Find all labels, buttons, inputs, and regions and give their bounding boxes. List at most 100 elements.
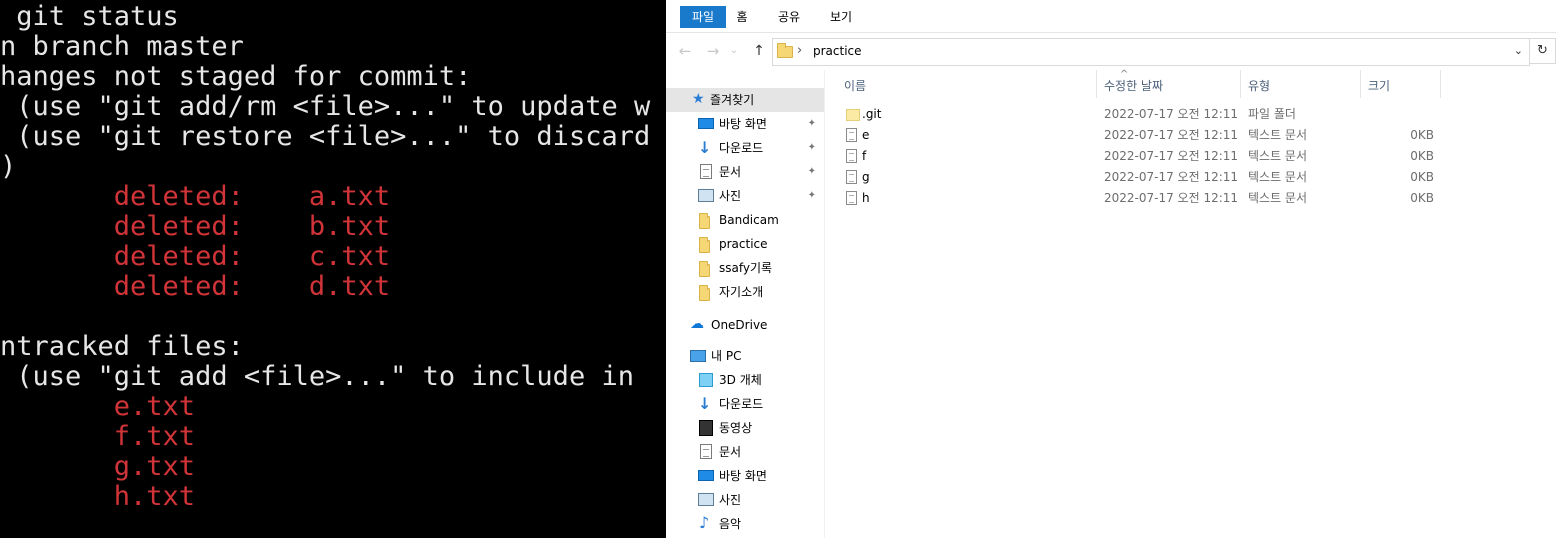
tab-share[interactable]: 공유: [772, 6, 806, 28]
nav-label: practice: [719, 237, 768, 251]
pin-icon[interactable]: ✦: [808, 112, 816, 136]
text-file-icon: [846, 191, 857, 205]
file-row-g[interactable]: g 2022-07-17 오전 12:11 텍스트 문서 0KB: [824, 167, 1556, 188]
nav-label: 내 PC: [711, 349, 742, 363]
column-divider[interactable]: [1096, 70, 1097, 98]
file-row-e[interactable]: e 2022-07-17 오전 12:11 텍스트 문서 0KB: [824, 125, 1556, 146]
column-header-size[interactable]: 크기: [1368, 78, 1390, 94]
terminal-line: (use "git add/rm <file>..." to update w: [0, 91, 651, 122]
nav-item-music[interactable]: ♪ 음악: [666, 512, 824, 536]
column-header-type[interactable]: 유형: [1248, 78, 1270, 94]
desktop-icon: [698, 118, 714, 129]
download-icon: ↓: [698, 138, 712, 157]
column-divider[interactable]: [1440, 70, 1441, 98]
nav-label: 자기소개: [719, 285, 764, 299]
nav-item-documents[interactable]: 문서 ✦: [666, 160, 824, 184]
pin-icon[interactable]: ✦: [808, 160, 816, 184]
file-row-git[interactable]: .git 2022-07-17 오전 12:11 파일 폴더: [824, 104, 1556, 125]
nav-item-videos[interactable]: 동영상: [666, 416, 824, 440]
nav-item-self-intro[interactable]: 자기소개: [666, 280, 824, 304]
nav-quick-access[interactable]: ★ 즐겨찾기: [666, 88, 824, 112]
terminal-line: ntracked files:: [0, 331, 244, 362]
column-header-modified[interactable]: 수정한 날짜: [1104, 78, 1163, 94]
file-row-h[interactable]: h 2022-07-17 오전 12:11 텍스트 문서 0KB: [824, 188, 1556, 209]
nav-item-ssafy[interactable]: ssafy기록: [666, 256, 824, 280]
terminal-line: (use "git add <file>..." to include in: [0, 361, 634, 392]
pictures-icon: [698, 189, 714, 202]
text-file-icon: [846, 170, 857, 184]
3d-objects-icon: [699, 373, 713, 387]
nav-onedrive[interactable]: ☁ OneDrive: [666, 313, 824, 337]
nav-item-pc-documents[interactable]: 문서: [666, 440, 824, 464]
ribbon: 파일 홈 공유 보기: [666, 0, 1556, 33]
terminal-line-untracked: e.txt: [0, 391, 196, 422]
text-file-icon: [846, 128, 857, 142]
navigation-pane: ★ 즐겨찾기 바탕 화면 ✦ ↓ 다운로드 ✦ 문서 ✦ 사진 ✦ Bandic…: [666, 70, 825, 538]
text-file-icon: [846, 149, 857, 163]
terminal-line-deleted: deleted: b.txt: [0, 211, 391, 242]
up-arrow-icon[interactable]: ↑: [750, 42, 768, 60]
forward-arrow-icon[interactable]: →: [704, 42, 722, 60]
column-header-name[interactable]: 이름: [844, 78, 866, 94]
nav-item-pc-downloads[interactable]: ↓ 다운로드: [666, 392, 824, 416]
file-name: e: [862, 128, 870, 142]
file-name: h: [862, 191, 870, 205]
nav-item-bandicam[interactable]: Bandicam: [666, 208, 824, 232]
terminal-window[interactable]: git status n branch master hanges not st…: [0, 0, 666, 538]
breadcrumb-separator-icon[interactable]: ›: [797, 43, 802, 58]
document-icon: [700, 444, 712, 459]
terminal-line: (use "git restore <file>..." to discard: [0, 121, 651, 152]
nav-item-downloads[interactable]: ↓ 다운로드 ✦: [666, 136, 824, 160]
nav-label: 즐겨찾기: [710, 93, 755, 107]
column-divider[interactable]: [1240, 70, 1241, 98]
folder-icon: [846, 109, 860, 121]
folder-icon: [699, 285, 710, 301]
nav-item-desktop[interactable]: 바탕 화면 ✦: [666, 112, 824, 136]
terminal-line: ): [0, 151, 17, 182]
download-icon: ↓: [698, 394, 712, 413]
chevron-down-icon[interactable]: ⌄: [1514, 44, 1523, 57]
nav-label: OneDrive: [711, 318, 768, 332]
file-size: 0KB: [1410, 149, 1434, 163]
tab-file[interactable]: 파일: [680, 6, 726, 28]
videos-icon: [699, 420, 713, 436]
nav-item-practice[interactable]: practice: [666, 232, 824, 256]
tab-view[interactable]: 보기: [824, 6, 858, 28]
recent-locations-chevron-icon[interactable]: ⌄: [728, 42, 740, 60]
breadcrumb-practice[interactable]: practice: [813, 43, 862, 59]
pin-icon[interactable]: ✦: [808, 184, 816, 208]
nav-item-pc-pictures[interactable]: 사진: [666, 488, 824, 512]
folder-icon: [777, 43, 793, 58]
file-row-f[interactable]: f 2022-07-17 오전 12:11 텍스트 문서 0KB: [824, 146, 1556, 167]
nav-label: 바탕 화면: [719, 469, 767, 483]
file-name: .git: [862, 107, 882, 121]
nav-this-pc[interactable]: 내 PC: [666, 344, 824, 368]
nav-item-pictures[interactable]: 사진 ✦: [666, 184, 824, 208]
folder-icon: [699, 237, 710, 253]
nav-item-pc-desktop[interactable]: 바탕 화면: [666, 464, 824, 488]
star-icon: ★: [692, 91, 705, 107]
file-modified: 2022-07-17 오전 12:11: [1104, 170, 1239, 184]
nav-label: ssafy기록: [719, 261, 773, 275]
nav-label: 사진: [719, 189, 742, 203]
nav-item-3d-objects[interactable]: 3D 개체: [666, 368, 824, 392]
folder-icon: [699, 213, 710, 229]
terminal-line-deleted: deleted: c.txt: [0, 241, 391, 272]
nav-label: 문서: [719, 165, 742, 179]
refresh-icon[interactable]: ↻: [1530, 38, 1556, 64]
nav-label: Bandicam: [719, 213, 779, 227]
pin-icon[interactable]: ✦: [808, 136, 816, 160]
back-arrow-icon[interactable]: ←: [676, 42, 694, 60]
tab-home[interactable]: 홈: [730, 6, 754, 28]
column-divider[interactable]: [1360, 70, 1361, 98]
file-type: 텍스트 문서: [1248, 170, 1308, 184]
nav-label: 3D 개체: [719, 373, 762, 387]
address-row: ← → ⌄ ↑ › practice ⌄ ↻: [666, 34, 1556, 68]
address-bar[interactable]: › practice ⌄: [772, 38, 1530, 66]
file-modified: 2022-07-17 오전 12:11: [1104, 191, 1239, 205]
music-icon: ♪: [699, 513, 710, 532]
nav-label: 동영상: [719, 421, 753, 435]
computer-icon: [690, 350, 706, 362]
terminal-line: n branch master: [0, 31, 244, 62]
nav-label: 문서: [719, 445, 742, 459]
